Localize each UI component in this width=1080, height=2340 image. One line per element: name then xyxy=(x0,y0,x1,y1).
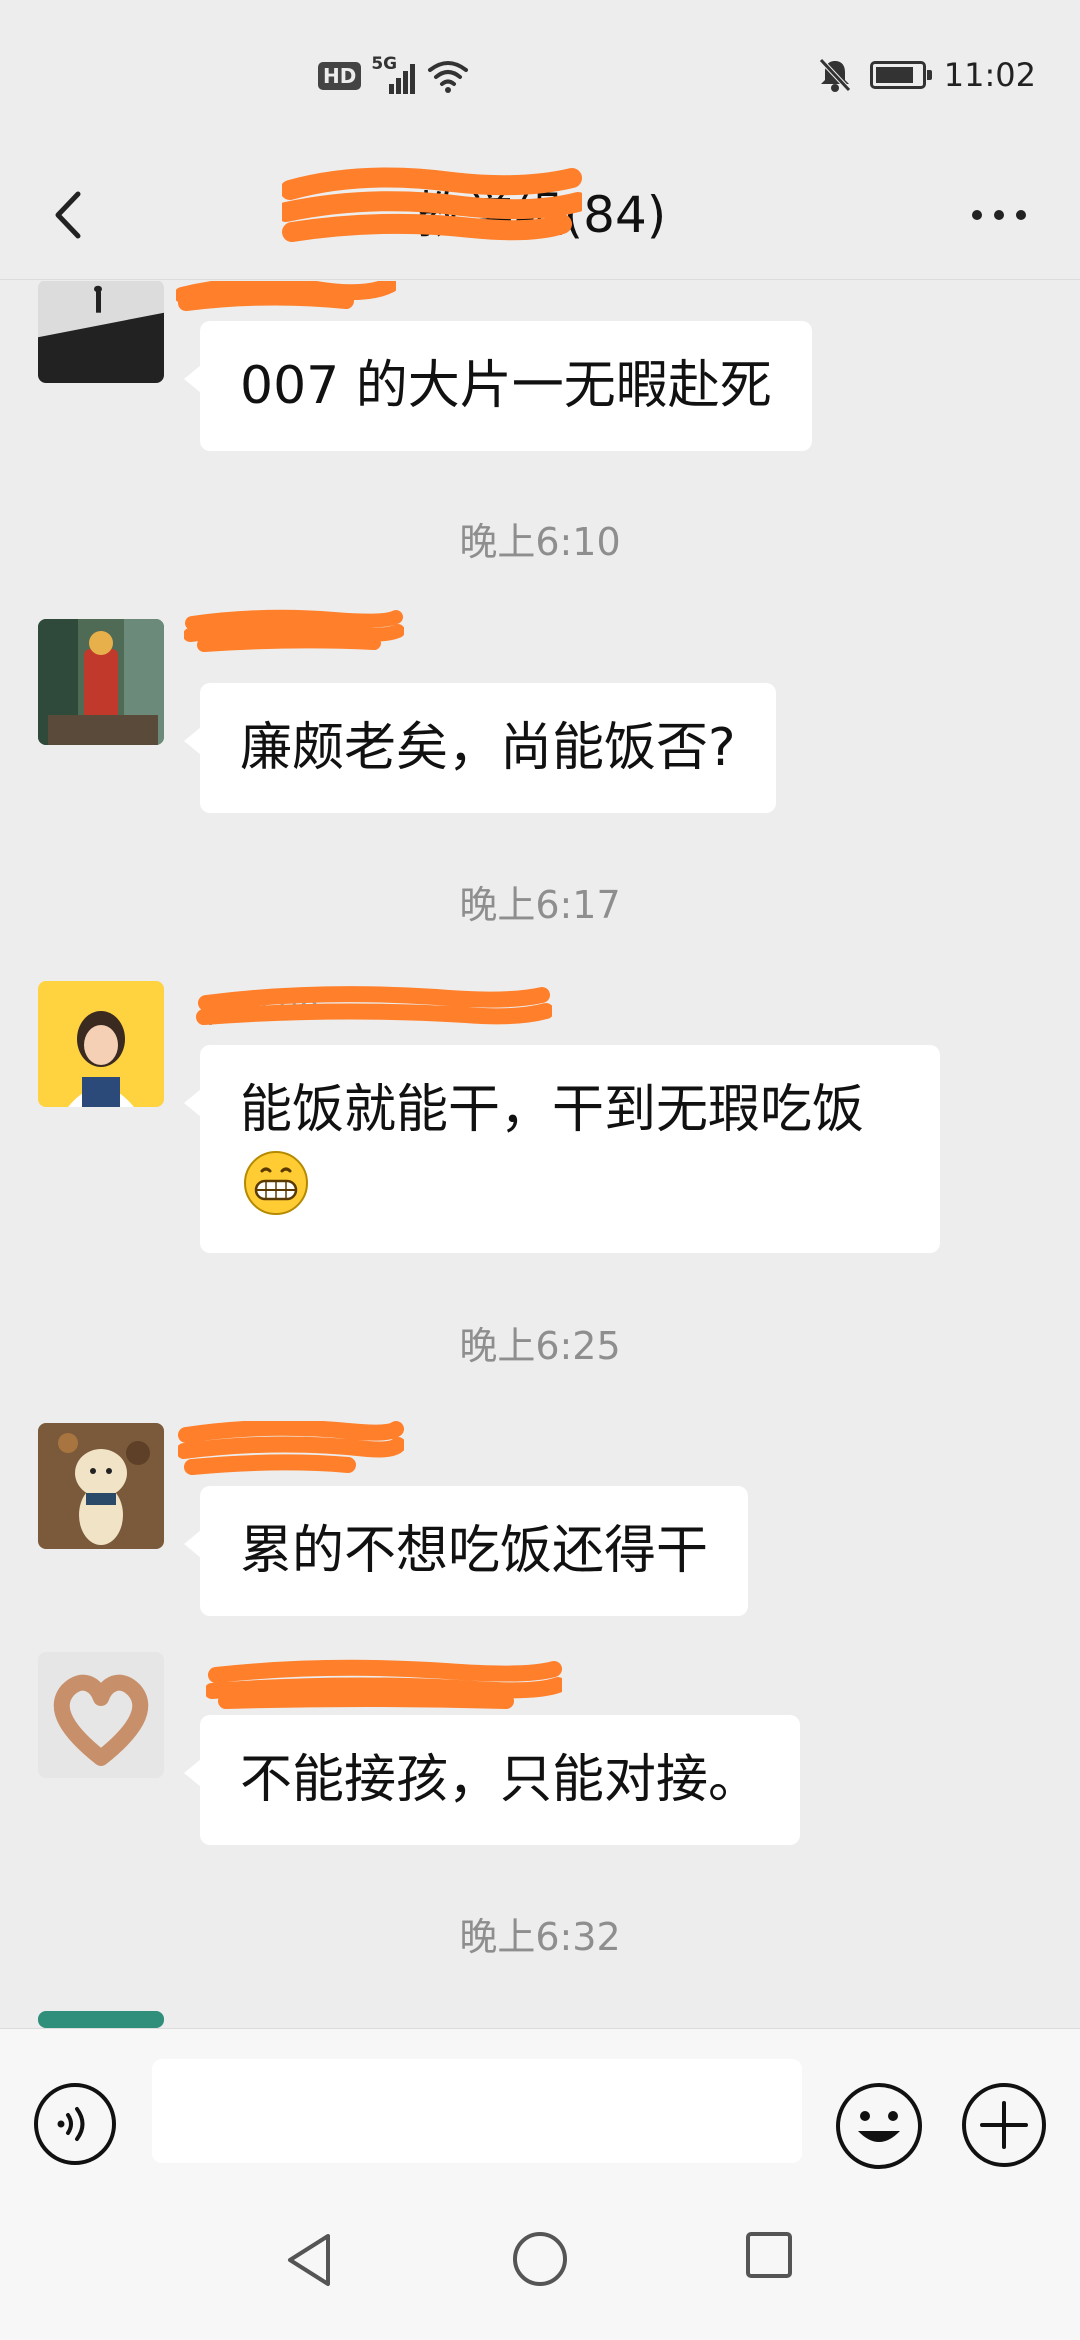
avatar[interactable] xyxy=(38,619,164,745)
battery-icon xyxy=(869,61,932,89)
more-functions-button[interactable] xyxy=(960,2081,1048,2169)
message-list[interactable]: 007 的大片一无暇赴死 晚上6:10 廉颇老矣，尚能饭否? 晚上6:17 pa… xyxy=(0,281,1080,2028)
message-bubble[interactable]: 累的不想吃饭还得干 xyxy=(183,1486,749,1616)
nav-recents-button[interactable] xyxy=(744,2230,794,2280)
avatar[interactable] xyxy=(38,281,164,383)
message-timestamp: 晚上6:17 xyxy=(459,883,621,927)
voice-icon xyxy=(34,2083,116,2165)
message-timestamp: 晚上6:32 xyxy=(459,1915,621,1959)
message-timestamp: 晚上6:25 xyxy=(459,1324,621,1368)
status-bar: HD 5G 11:02 xyxy=(0,0,1080,150)
grinning-emoji-icon xyxy=(244,1151,308,1215)
triangle-back-icon xyxy=(288,2234,330,2286)
wifi-icon xyxy=(428,61,469,93)
network-type: 5G xyxy=(371,54,398,74)
hd-badge: HD xyxy=(318,62,362,90)
avatar[interactable] xyxy=(38,981,164,1107)
emoji-button[interactable] xyxy=(834,2081,924,2171)
avatar[interactable] xyxy=(38,1423,164,1549)
signal-icon: 5G xyxy=(371,54,417,94)
redaction-scribble xyxy=(282,167,582,242)
status-network-group: HD 5G xyxy=(318,54,469,94)
plus-icon xyxy=(962,2083,1046,2167)
message-bubble[interactable]: 不能接孩，只能对接。 xyxy=(183,1715,801,1845)
voice-button[interactable] xyxy=(32,2081,118,2167)
redaction-scribble xyxy=(184,609,404,652)
message-text: 能饭就能干，干到无瑕吃饭 xyxy=(240,1080,865,1140)
input-bar xyxy=(0,2028,1080,2190)
ellipsis-icon xyxy=(972,210,982,220)
nav-home-button[interactable] xyxy=(511,2230,569,2288)
nav-back-button[interactable] xyxy=(282,2230,338,2290)
message-bubble[interactable]: 能饭就能干，干到无瑕吃饭 xyxy=(184,1045,940,1253)
redaction-scribble xyxy=(176,281,396,311)
avatar[interactable] xyxy=(38,1652,164,1778)
status-time: 11:02 xyxy=(943,56,1036,94)
system-navigation-bar xyxy=(0,2190,1080,2340)
bell-mute-icon xyxy=(818,58,851,92)
redaction-scribble xyxy=(178,1421,404,1475)
message-bubble[interactable]: 007 的大片一无暇赴死 xyxy=(184,321,812,451)
circle-home-icon xyxy=(513,2232,567,2286)
smiley-icon xyxy=(836,2083,922,2169)
sender-name: parsue xyxy=(206,987,320,1026)
message-timestamp: 晚上6:10 xyxy=(459,520,621,564)
avatar[interactable] xyxy=(38,2011,164,2028)
square-recent-icon xyxy=(746,2232,792,2278)
more-button[interactable] xyxy=(954,180,1044,250)
message-bubble[interactable]: 廉颇老矣，尚能饭否? xyxy=(184,683,776,813)
redaction-scribble xyxy=(206,1659,562,1709)
message-input[interactable] xyxy=(152,2059,802,2163)
status-right-group: 11:02 xyxy=(818,56,1036,94)
